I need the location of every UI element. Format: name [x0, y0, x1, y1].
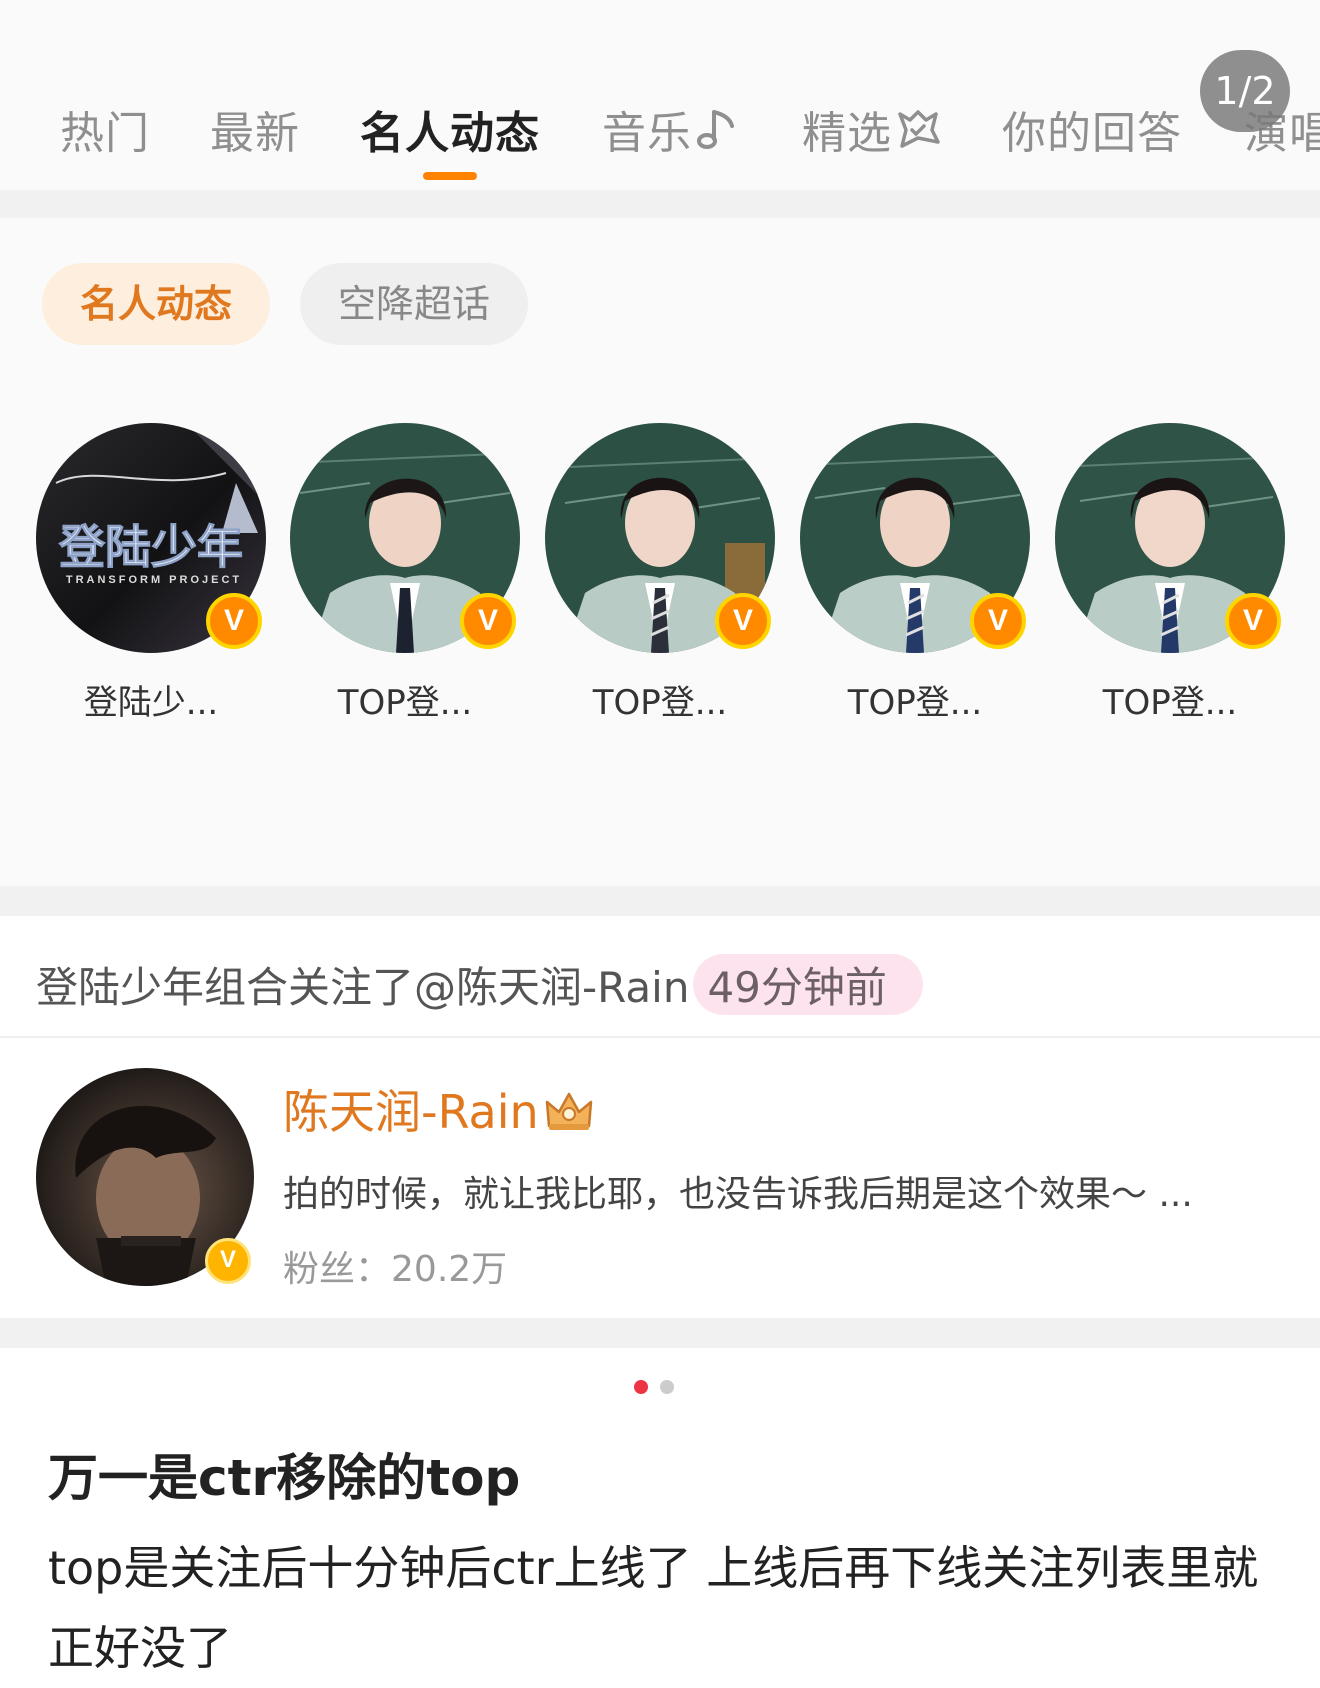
- filter-airdrop-supertopic[interactable]: 空降超话: [300, 263, 528, 345]
- avatar-name: TOP登...: [1102, 683, 1238, 723]
- tab-featured[interactable]: 精选: [802, 97, 942, 163]
- music-note-icon: [694, 106, 738, 163]
- avatar-name: TOP登...: [847, 683, 983, 723]
- section-separator: [0, 1318, 1320, 1348]
- verified-badge-icon: V: [715, 593, 771, 649]
- post-body: top是关注后十分钟后ctr上线了 上线后再下线关注列表里就正好没了: [48, 1541, 1259, 1675]
- top-tab-bar: 热门 最新 名人动态 音乐 精选 你的回答 演唱 1/2: [0, 0, 1320, 190]
- carousel-dot-active[interactable]: [634, 1380, 648, 1394]
- filter-celebrity-updates[interactable]: 名人动态: [42, 263, 270, 345]
- carousel-dot[interactable]: [660, 1380, 674, 1394]
- activity-description: 登陆少年组合关注了@陈天润-Rain: [36, 963, 690, 1012]
- tab-music-label: 音乐: [602, 108, 692, 159]
- tab-your-answers[interactable]: 你的回答: [1002, 97, 1182, 161]
- verified-badge-icon: V: [205, 1238, 251, 1284]
- tab-celebrity-updates[interactable]: 名人动态: [360, 97, 540, 161]
- verified-badge-icon: V: [206, 593, 262, 649]
- user-fans: 粉丝：20.2万: [283, 1240, 507, 1292]
- verified-badge-icon: V: [460, 593, 516, 649]
- tab-latest[interactable]: 最新: [210, 97, 300, 161]
- tab-featured-label: 精选: [802, 108, 892, 159]
- avatar-item[interactable]: V TOP登...: [545, 423, 775, 723]
- section-separator: [0, 886, 1320, 916]
- user-name[interactable]: 陈天润-Rain: [283, 1076, 595, 1143]
- user-card[interactable]: V 陈天润-Rain 拍的时候，就让我比耶，也没告诉我后期是这个效果～ ... …: [0, 1038, 1320, 1318]
- active-tab-indicator: [423, 172, 477, 180]
- logo-sub-text: TRANSFORM PROJECT: [66, 574, 242, 586]
- post-title: 万一是ctr移除的top: [48, 1449, 521, 1507]
- verified-badge-icon: V: [1225, 593, 1281, 649]
- user-description: 拍的时候，就让我比耶，也没告诉我后期是这个效果～ ...: [283, 1174, 1193, 1215]
- activity-time: 49分钟前: [693, 954, 923, 1015]
- page-indicator: 1/2: [1200, 50, 1290, 132]
- tab-hot[interactable]: 热门: [60, 97, 150, 161]
- avatar-item[interactable]: V TOP登...: [290, 423, 520, 723]
- avatar-item[interactable]: V TOP登...: [1055, 423, 1285, 723]
- user-name-text: 陈天润-Rain: [283, 1085, 539, 1139]
- tab-music[interactable]: 音乐: [602, 97, 738, 163]
- fans-label: 粉丝：: [283, 1249, 392, 1290]
- avatar-item[interactable]: 登陆少年 TRANSFORM PROJECT V 登陆少...: [36, 423, 266, 723]
- fans-count: 20.2万: [391, 1249, 508, 1290]
- logo-main-text: 登陆少年: [58, 521, 243, 573]
- activity-text: 登陆少年组合关注了@陈天润-Rain 49分钟前: [36, 954, 923, 1015]
- section-separator: [0, 190, 1320, 218]
- avatar-item[interactable]: V TOP登...: [800, 423, 1030, 723]
- avatar-name: TOP登...: [592, 683, 728, 723]
- verified-badge-icon: V: [970, 593, 1026, 649]
- activity-row[interactable]: 登陆少年组合关注了@陈天润-Rain 49分钟前: [0, 916, 1320, 1036]
- crown-icon: [543, 1088, 595, 1143]
- avatar-name: 登陆少...: [83, 683, 219, 723]
- star-cat-icon: [894, 106, 942, 163]
- avatar-name: TOP登...: [337, 683, 473, 723]
